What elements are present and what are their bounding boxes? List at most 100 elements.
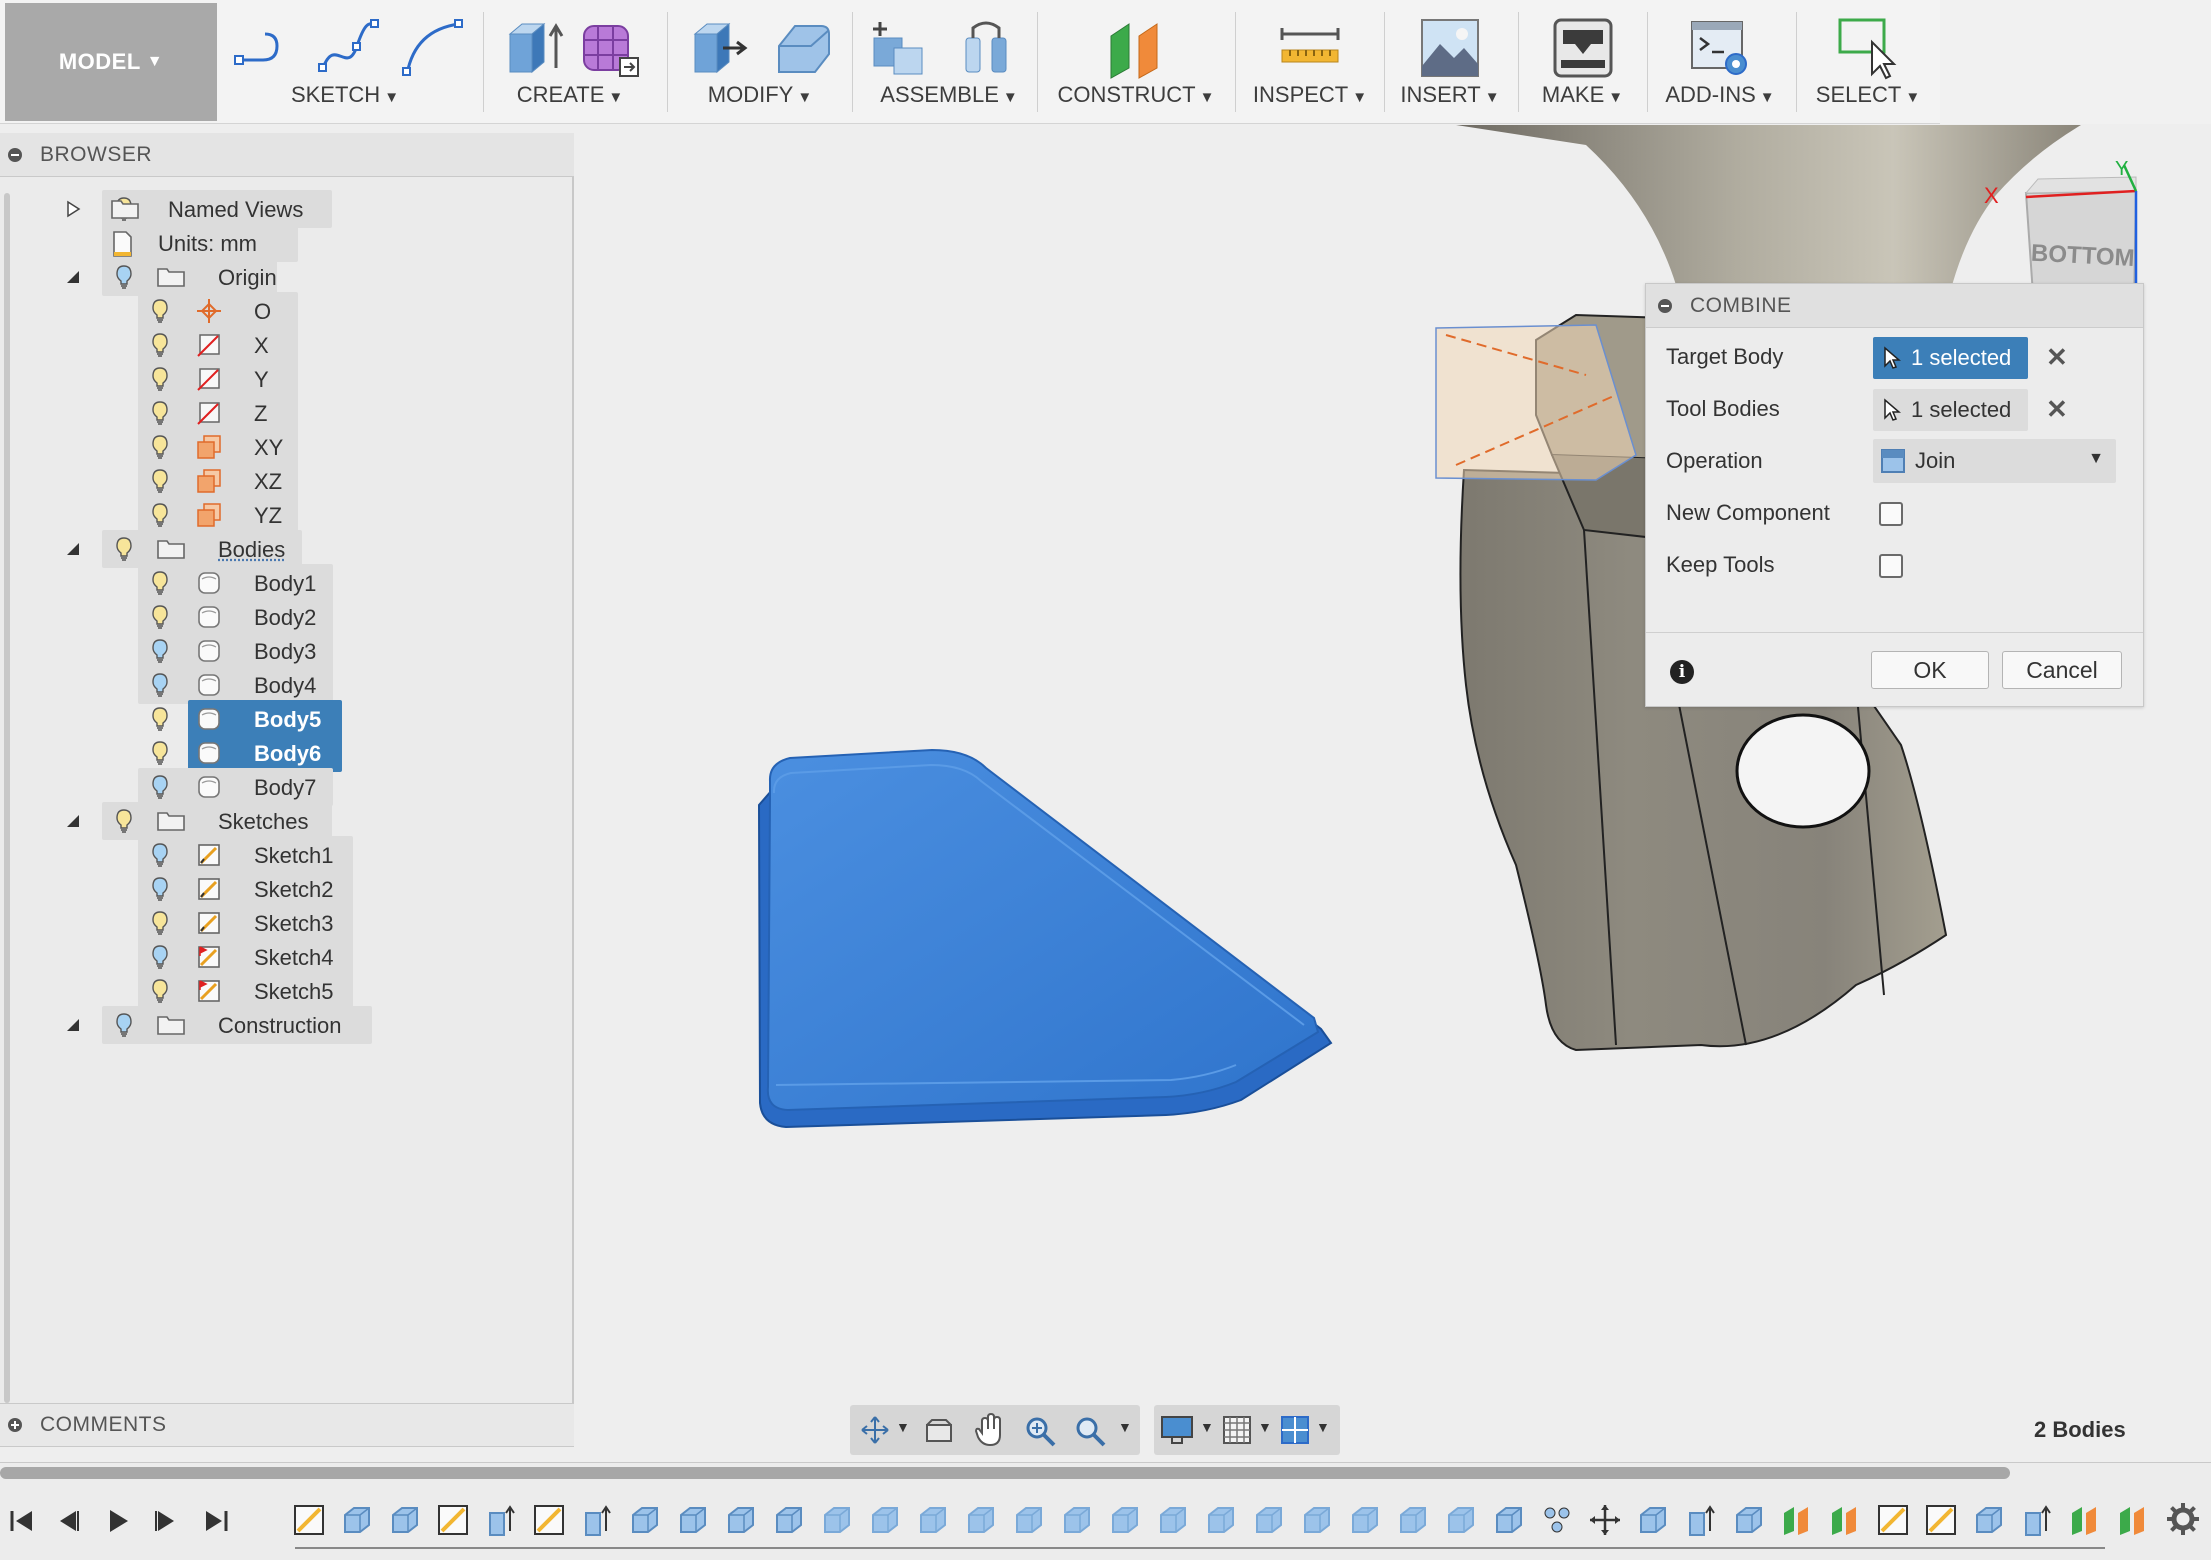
visibility-bulb-icon[interactable] [152, 706, 168, 737]
browser-item-bodies[interactable]: Bodies [0, 530, 570, 568]
timeline-feature-chamfer-icon[interactable] [1300, 1503, 1334, 1537]
browser-item-origin-point[interactable]: O [0, 292, 570, 330]
timeline-feature-extrude-icon[interactable] [1684, 1503, 1718, 1537]
timeline-feature-box-icon[interactable] [1636, 1503, 1670, 1537]
fillet-icon[interactable] [771, 16, 835, 80]
browser-item-body6[interactable]: Body6 [0, 734, 570, 772]
timeline-feature-fillet-icon[interactable] [820, 1503, 854, 1537]
3d-print-icon[interactable] [1551, 16, 1615, 80]
step-back-icon[interactable] [54, 1507, 82, 1535]
fit-icon[interactable] [1074, 1415, 1106, 1447]
go-to-start-icon[interactable] [8, 1507, 36, 1535]
timeline-feature-chamfer-icon[interactable] [1204, 1503, 1238, 1537]
timeline-feature-move-icon[interactable] [1588, 1503, 1622, 1537]
timeline-feature-pattern-icon[interactable] [1540, 1503, 1574, 1537]
timeline-feature-combine-icon[interactable] [1972, 1503, 2006, 1537]
zoom-icon[interactable] [1024, 1415, 1056, 1447]
chevron-down-icon[interactable]: ▼ [1316, 1419, 1330, 1435]
browser-item-origin[interactable]: Origin [0, 258, 570, 296]
body5-solid[interactable] [766, 748, 1320, 1112]
browser-item-body7[interactable]: Body7 [0, 768, 570, 806]
timeline-feature-sketch-icon[interactable] [532, 1503, 566, 1537]
collapse-arrow-icon[interactable] [64, 268, 82, 286]
timeline-feature-plane-icon[interactable] [1780, 1503, 1814, 1537]
comments-header[interactable]: COMMENTS [0, 1403, 574, 1447]
timeline-feature-fillet-icon[interactable] [1060, 1503, 1094, 1537]
construct-menu[interactable]: CONSTRUCT ▼ [1045, 0, 1227, 124]
collapse-arrow-icon[interactable] [64, 812, 82, 830]
browser-item-units[interactable]: Units: mm [0, 224, 570, 262]
browser-item-sketches[interactable]: Sketches [0, 802, 570, 840]
keep-tools-checkbox[interactable] [1879, 554, 1903, 578]
target-body-selector[interactable]: 1 selected [1873, 337, 2028, 379]
browser-item-sketch1[interactable]: Sketch1 [0, 836, 570, 874]
browser-item-body2[interactable]: Body2 [0, 598, 570, 636]
timeline-feature-extrude-icon[interactable] [2020, 1503, 2054, 1537]
browser-item-body3[interactable]: Body3 [0, 632, 570, 670]
expand-icon[interactable] [8, 1418, 22, 1432]
timeline-feature-shell-icon[interactable] [772, 1503, 806, 1537]
press-pull-icon[interactable] [689, 16, 753, 80]
timeline-feature-shell-icon[interactable] [628, 1503, 662, 1537]
visibility-bulb-icon[interactable] [152, 672, 168, 703]
joint-icon[interactable] [956, 16, 1020, 80]
workspace-switcher[interactable]: MODEL ▼ [5, 3, 217, 121]
browser-item-sketch5[interactable]: Sketch5 [0, 972, 570, 1010]
inspect-menu[interactable]: INSPECT ▼ [1240, 0, 1380, 124]
visibility-bulb-icon[interactable] [152, 298, 168, 329]
assemble-menu[interactable]: ASSEMBLE ▼ [860, 0, 1038, 124]
visibility-bulb-icon[interactable] [152, 468, 168, 499]
browser-item-body4[interactable]: Body4 [0, 666, 570, 704]
visibility-bulb-icon[interactable] [152, 434, 168, 465]
timeline-feature-extrude-icon[interactable] [580, 1503, 614, 1537]
browser-item-sketch4[interactable]: Sketch4 [0, 938, 570, 976]
timeline-feature-fillet-icon[interactable] [1156, 1503, 1190, 1537]
timeline-feature-sketch-icon[interactable] [1924, 1503, 1958, 1537]
timeline-feature-sketch-icon[interactable] [436, 1503, 470, 1537]
timeline-feature-chamfer-icon[interactable] [1252, 1503, 1286, 1537]
visibility-bulb-icon[interactable] [152, 978, 168, 1009]
ok-button[interactable]: OK [1871, 651, 1989, 689]
spline-icon[interactable] [317, 16, 381, 80]
info-icon[interactable]: i [1670, 660, 1694, 684]
timeline-feature-extrude-icon[interactable] [484, 1503, 518, 1537]
browser-header[interactable]: BROWSER [0, 133, 574, 177]
collapse-icon[interactable] [1658, 298, 1672, 313]
visibility-bulb-icon[interactable] [152, 774, 168, 805]
visibility-bulb-icon[interactable] [152, 502, 168, 533]
timeline-feature-chamfer-icon[interactable] [1348, 1503, 1382, 1537]
visibility-bulb-icon[interactable] [152, 604, 168, 635]
collapse-arrow-icon[interactable] [64, 1016, 82, 1034]
go-to-end-icon[interactable] [202, 1507, 230, 1535]
timeline-feature-chamfer-icon[interactable] [1444, 1503, 1478, 1537]
visibility-bulb-icon[interactable] [152, 740, 168, 771]
timeline-feature-loft-icon[interactable] [340, 1503, 374, 1537]
step-forward-icon[interactable] [152, 1507, 180, 1535]
browser-item-sketch2[interactable]: Sketch2 [0, 870, 570, 908]
gear-icon[interactable] [2165, 1501, 2201, 1537]
new-component-icon[interactable] [870, 16, 934, 80]
modify-menu[interactable]: MODIFY ▼ [675, 0, 845, 124]
visibility-bulb-icon[interactable] [116, 536, 132, 567]
visibility-bulb-icon[interactable] [152, 638, 168, 669]
collapse-arrow-icon[interactable] [64, 540, 82, 558]
make-menu[interactable]: MAKE ▼ [1525, 0, 1640, 124]
chevron-down-icon[interactable]: ▼ [1118, 1419, 1132, 1435]
browser-item-yz-plane[interactable]: YZ [0, 496, 570, 534]
combine-dialog-header[interactable]: COMBINE [1646, 284, 2143, 328]
browser-item-named-views[interactable]: Named Views [0, 190, 570, 228]
orbit-icon[interactable] [860, 1415, 890, 1445]
arc-icon[interactable] [401, 16, 465, 80]
browser-item-z-axis[interactable]: Z [0, 394, 570, 432]
chevron-down-icon[interactable]: ▼ [896, 1419, 910, 1435]
line-icon[interactable] [233, 16, 297, 80]
timeline-feature-plane-icon[interactable] [2068, 1503, 2102, 1537]
browser-item-xy-plane[interactable]: XY [0, 428, 570, 466]
visibility-bulb-icon[interactable] [152, 944, 168, 975]
timeline-feature-fillet-icon[interactable] [1108, 1503, 1142, 1537]
create-menu[interactable]: CREATE ▼ [490, 0, 650, 124]
form-icon[interactable] [578, 16, 642, 80]
visibility-bulb-icon[interactable] [152, 910, 168, 941]
timeline-feature-plane-icon[interactable] [1828, 1503, 1862, 1537]
browser-item-x-axis[interactable]: X [0, 326, 570, 364]
